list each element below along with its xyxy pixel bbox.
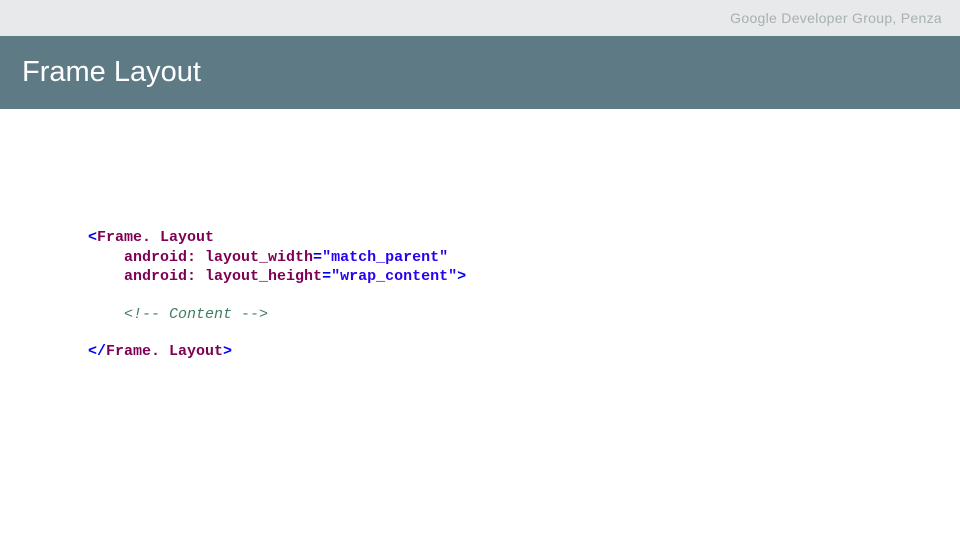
attr-width-name: android: layout_width: [124, 249, 313, 266]
xml-comment: <!-- Content -->: [124, 306, 268, 323]
code-line-3: android: layout_height="wrap_content">: [88, 267, 466, 287]
code-block: <Frame. Layout android: layout_width="ma…: [88, 228, 466, 362]
attr-height-name: android: layout_height: [124, 268, 322, 285]
code-line-comment: <!-- Content -->: [88, 305, 466, 325]
header-bar: Google Developer Group, Penza: [0, 0, 960, 36]
code-line-1: <Frame. Layout: [88, 228, 466, 248]
attr-width-val: match_parent: [331, 249, 439, 266]
tag-name-open: Frame. Layout: [97, 229, 214, 246]
title-band: Frame Layout: [0, 36, 960, 109]
header-org-text: Google Developer Group, Penza: [730, 10, 942, 26]
angle-open: <: [88, 229, 97, 246]
angle-close-open: </: [88, 343, 106, 360]
slide-title: Frame Layout: [22, 56, 201, 89]
attr-height-val: wrap_content: [340, 268, 448, 285]
code-line-2: android: layout_width="match_parent": [88, 248, 466, 268]
tag-name-close: Frame. Layout: [106, 343, 223, 360]
code-line-close: </Frame. Layout>: [88, 342, 466, 362]
